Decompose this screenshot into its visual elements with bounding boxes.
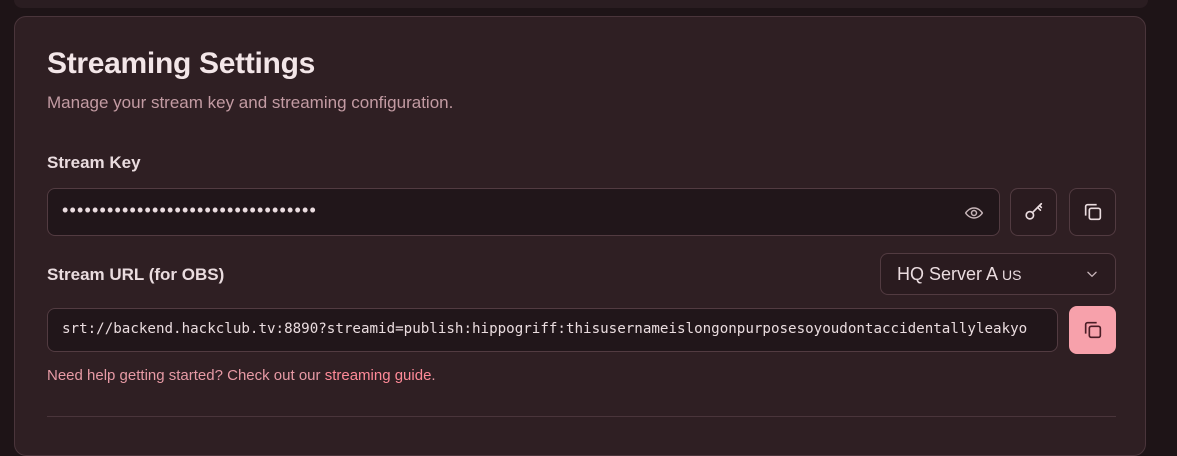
server-select[interactable]: HQ Server A US [880, 253, 1116, 295]
help-suffix: . [431, 367, 436, 384]
streaming-guide-link[interactable]: streaming guide [325, 367, 432, 384]
copy-key-button[interactable] [1069, 188, 1116, 236]
copy-icon [1084, 321, 1101, 339]
divider [47, 416, 1116, 417]
key-icon [1024, 202, 1042, 220]
regenerate-key-button[interactable] [1010, 188, 1057, 236]
copy-icon [1084, 203, 1101, 221]
help-prefix: Need help getting started? Check out our [47, 367, 325, 384]
page-subtitle: Manage your stream key and streaming con… [47, 93, 454, 112]
server-region: US [1002, 267, 1022, 283]
chevron-down-icon [1087, 271, 1097, 277]
stream-key-label: Stream Key [47, 153, 141, 172]
stream-url-label: Stream URL (for OBS) [47, 265, 225, 284]
previous-card-edge [14, 0, 1148, 8]
page-title: Streaming Settings [47, 47, 315, 80]
server-name: HQ Server A [897, 264, 999, 284]
help-text: Need help getting started? Check out our… [47, 367, 436, 384]
streaming-settings-card: Streaming Settings Manage your stream ke… [14, 16, 1146, 456]
eye-icon[interactable] [963, 203, 985, 223]
copy-url-button[interactable] [1069, 306, 1116, 354]
stream-url-field[interactable]: srt://backend.hackclub.tv:8890?streamid=… [47, 308, 1058, 352]
stream-url-value: srt://backend.hackclub.tv:8890?streamid=… [62, 321, 1028, 337]
server-select-value: HQ Server A US [897, 264, 1021, 285]
stream-key-value: •••••••••••••••••••••••••••••••••• [62, 200, 318, 220]
stream-key-field[interactable]: •••••••••••••••••••••••••••••••••• [47, 188, 1000, 236]
